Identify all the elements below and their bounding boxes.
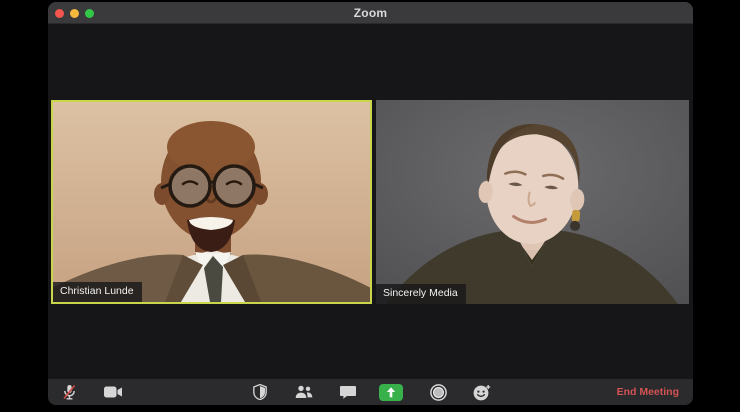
meeting-toolbar: End Meeting (48, 379, 693, 405)
participant-name-label: Christian Lunde (53, 282, 142, 302)
video-feed-christian-lunde (53, 102, 370, 302)
titlebar[interactable]: Zoom (48, 2, 693, 24)
record-button[interactable] (422, 379, 454, 405)
share-screen-button[interactable] (375, 379, 407, 405)
video-camera-icon (104, 386, 122, 398)
video-tile-sincerely-media[interactable]: Sincerely Media (376, 100, 689, 304)
reactions-icon (473, 384, 491, 400)
stop-video-button[interactable] (97, 379, 129, 405)
record-icon (429, 383, 447, 401)
end-meeting-button[interactable]: End Meeting (617, 379, 679, 405)
participants-button[interactable] (288, 379, 320, 405)
participants-icon (295, 385, 313, 398)
security-button[interactable] (244, 379, 276, 405)
reactions-button[interactable] (466, 379, 498, 405)
chat-button[interactable] (332, 379, 364, 405)
video-feed-sincerely-media (376, 100, 689, 304)
security-shield-icon (253, 384, 267, 400)
share-screen-icon (379, 383, 403, 401)
mute-button[interactable] (53, 379, 85, 405)
chat-icon (340, 386, 356, 399)
video-gallery: Christian Lunde Sincerely Media (48, 24, 693, 381)
participant-name-label: Sincerely Media (376, 284, 466, 304)
microphone-muted-icon (62, 384, 75, 400)
zoom-app-window: Zoom Christian Lunde Sincerely Media End… (48, 2, 693, 405)
screen: Zoom Christian Lunde Sincerely Media End… (0, 0, 740, 412)
window-title: Zoom (353, 6, 388, 20)
video-tile-christian-lunde[interactable]: Christian Lunde (51, 100, 372, 304)
